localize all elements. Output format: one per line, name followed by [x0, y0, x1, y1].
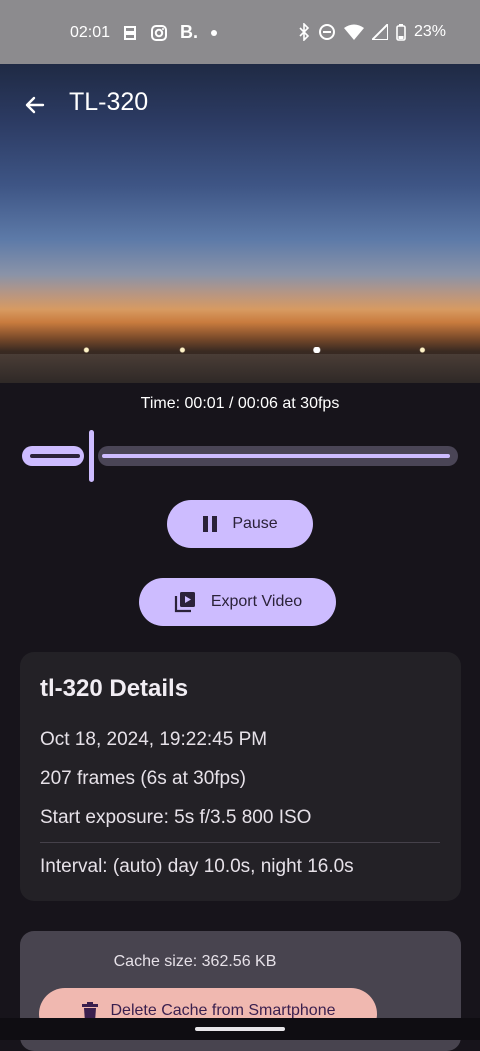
details-card: tl-320 Details Oct 18, 2024, 19:22:45 PM…	[20, 652, 461, 901]
app-bar: TL-320	[0, 64, 480, 144]
pause-button[interactable]: Pause	[167, 500, 313, 548]
slider-thumb[interactable]	[89, 430, 94, 482]
details-interval: Interval: (auto) day 10.0s, night 16.0s	[40, 856, 354, 877]
details-title: tl-320 Details	[40, 675, 189, 702]
shoreline	[0, 354, 480, 383]
bluetooth-icon	[298, 22, 310, 42]
export-video-button[interactable]: Export Video	[139, 578, 336, 626]
details-divider	[40, 842, 440, 843]
status-bar: 02:01 B. 23%	[0, 0, 480, 64]
city-lights	[0, 347, 480, 353]
pause-icon	[203, 516, 218, 532]
pause-label: Pause	[232, 515, 278, 532]
brand-letter: B.	[180, 22, 199, 42]
page-title: TL-320	[69, 88, 149, 116]
playback-slider[interactable]	[22, 430, 458, 482]
slider-active-track	[22, 446, 84, 466]
video-library-icon	[174, 592, 195, 613]
authenticator-icon	[122, 23, 138, 43]
details-exposure: Start exposure: 5s f/3.5 800 ISO	[40, 807, 312, 828]
navigation-bar	[0, 1018, 480, 1040]
dot-icon	[210, 23, 218, 43]
playback-time: Time: 00:01 / 00:06 at 30fps	[140, 395, 340, 412]
wifi-icon	[343, 22, 364, 42]
slider-inactive-track	[98, 446, 458, 466]
export-label: Export Video	[210, 593, 303, 610]
cache-size: Cache size: 362.56 KB	[113, 953, 277, 970]
back-button[interactable]	[18, 88, 52, 122]
status-time: 02:01	[70, 23, 111, 41]
dnd-icon	[318, 22, 336, 42]
arrow-left-icon	[25, 96, 45, 114]
details-date: Oct 18, 2024, 19:22:45 PM	[40, 729, 268, 750]
battery-percent: 23%	[413, 23, 446, 40]
home-indicator[interactable]	[195, 1027, 285, 1031]
details-frames: 207 frames (6s at 30fps)	[40, 768, 246, 789]
signal-icon	[371, 22, 388, 42]
battery-icon	[396, 22, 406, 42]
instagram-icon	[150, 23, 168, 43]
